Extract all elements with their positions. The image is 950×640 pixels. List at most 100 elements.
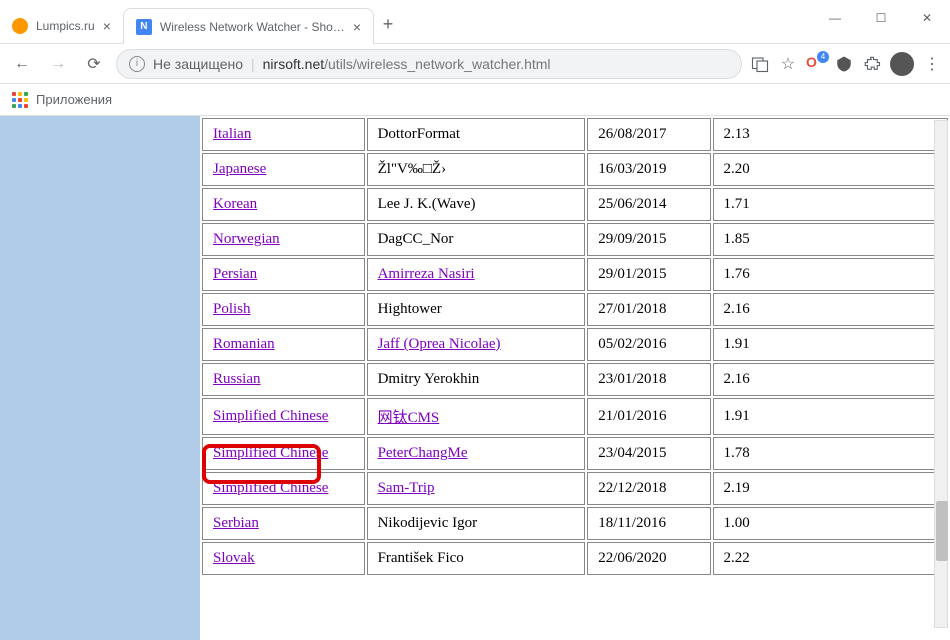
tab-lumpics[interactable]: Lumpics.ru ×: [0, 8, 123, 44]
lang-cell: Romanian: [202, 328, 365, 361]
tab-nirsoft[interactable]: N Wireless Network Watcher - Sho… ×: [123, 8, 374, 44]
info-icon[interactable]: i: [129, 56, 145, 72]
opera-extension-icon[interactable]: O 4: [806, 54, 826, 74]
date-cell: 16/03/2019: [587, 153, 710, 186]
minimize-button[interactable]: —: [812, 0, 858, 36]
author-cell: František Fico: [367, 542, 586, 575]
author-link[interactable]: Amirreza Nasiri: [378, 266, 475, 282]
date-cell: 29/09/2015: [587, 223, 710, 256]
version-cell: 2.19: [713, 472, 948, 505]
apps-grid-icon[interactable]: [12, 92, 28, 108]
version-cell: 2.16: [713, 363, 948, 396]
version-cell: 1.00: [713, 507, 948, 540]
scrollbar[interactable]: [934, 120, 948, 628]
back-button[interactable]: ←: [8, 50, 36, 78]
star-icon[interactable]: ☆: [778, 54, 798, 74]
extension-badge: 4: [817, 51, 829, 63]
scroll-thumb[interactable]: [936, 501, 948, 561]
author-cell: Nikodijevic Igor: [367, 507, 586, 540]
table-row: Simplified Chinese Sam-Trip 22/12/20182.19: [202, 472, 948, 505]
author-link[interactable]: Jaff (Oprea Nicolae): [378, 336, 501, 352]
extensions-icon[interactable]: [862, 54, 882, 74]
version-cell: 1.91: [713, 398, 948, 435]
table-row: Serbian Nikodijevic Igor18/11/20161.00: [202, 507, 948, 540]
lang-cell: Serbian: [202, 507, 365, 540]
close-icon[interactable]: ×: [353, 19, 361, 35]
author-cell: Žl"V‰□Ž›: [367, 153, 586, 186]
version-cell: 1.85: [713, 223, 948, 256]
address-bar[interactable]: i Не защищено | nirsoft.net/utils/wirele…: [116, 49, 742, 79]
lang-link[interactable]: Russian: [213, 371, 261, 387]
date-cell: 27/01/2018: [587, 293, 710, 326]
lang-cell: Simplified Chinese: [202, 398, 365, 435]
translate-icon[interactable]: [750, 54, 770, 74]
lang-link[interactable]: Simplified Chinese: [213, 408, 328, 424]
page-main: Italian DottorFormat26/08/20172.13 Japanes…: [200, 116, 950, 640]
profile-avatar[interactable]: [890, 52, 914, 76]
adblock-extension-icon[interactable]: [834, 54, 854, 74]
titlebar: Lumpics.ru × N Wireless Network Watcher …: [0, 0, 950, 44]
lang-link[interactable]: Korean: [213, 196, 257, 212]
version-cell: 2.13: [713, 118, 948, 151]
date-cell: 23/04/2015: [587, 437, 710, 470]
table-row: Norwegian DagCC_Nor29/09/20151.85: [202, 223, 948, 256]
url-path: /utils/wireless_network_watcher.html: [324, 56, 550, 72]
not-secure-label: Не защищено: [153, 56, 243, 72]
forward-button[interactable]: →: [44, 50, 72, 78]
author-cell: DottorFormat: [367, 118, 586, 151]
lang-cell: Norwegian: [202, 223, 365, 256]
date-cell: 25/06/2014: [587, 188, 710, 221]
version-cell: 1.71: [713, 188, 948, 221]
lang-link[interactable]: Norwegian: [213, 231, 280, 247]
lang-cell: Polish: [202, 293, 365, 326]
table-row: Simplified Chinese PeterChangMe 23/04/2015…: [202, 437, 948, 470]
lang-cell: Korean: [202, 188, 365, 221]
lang-link[interactable]: Italian: [213, 126, 251, 142]
author-link[interactable]: Sam-Trip: [378, 480, 435, 496]
author-link[interactable]: PeterChangMe: [378, 445, 468, 461]
lang-cell: Slovak: [202, 542, 365, 575]
new-tab-button[interactable]: +: [374, 10, 402, 38]
version-cell: 1.91: [713, 328, 948, 361]
table-row: PersianAmirreza Nasiri29/01/20151.76: [202, 258, 948, 291]
author-cell: PeterChangMe: [367, 437, 586, 470]
author-link[interactable]: 网钛CMS: [378, 410, 440, 426]
lang-link[interactable]: Slovak: [213, 550, 255, 566]
lang-cell: Italian: [202, 118, 365, 151]
date-cell: 22/12/2018: [587, 472, 710, 505]
author-cell: DagCC_Nor: [367, 223, 586, 256]
date-cell: 29/01/2015: [587, 258, 710, 291]
date-cell: 22/06/2020: [587, 542, 710, 575]
lang-link[interactable]: Japanese: [213, 161, 266, 177]
close-window-button[interactable]: ✕: [904, 0, 950, 36]
close-icon[interactable]: ×: [103, 18, 111, 34]
version-cell: 2.16: [713, 293, 948, 326]
author-cell: Jaff (Oprea Nicolae): [367, 328, 586, 361]
menu-icon[interactable]: ⋮: [922, 54, 942, 74]
page-sidebar: [0, 116, 200, 640]
toolbar: ← → ⟳ i Не защищено | nirsoft.net/utils/…: [0, 44, 950, 84]
date-cell: 21/01/2016: [587, 398, 710, 435]
table-row: JapaneseŽl"V‰□Ž›16/03/20192.20: [202, 153, 948, 186]
lang-cell: Japanese: [202, 153, 365, 186]
lang-link[interactable]: Serbian: [213, 515, 259, 531]
maximize-button[interactable]: ☐: [858, 0, 904, 36]
lang-cell: Russian: [202, 363, 365, 396]
url-host: nirsoft.net: [263, 56, 324, 72]
date-cell: 18/11/2016: [587, 507, 710, 540]
date-cell: 26/08/2017: [587, 118, 710, 151]
window-controls: — ☐ ✕: [812, 0, 950, 36]
reload-button[interactable]: ⟳: [80, 50, 108, 78]
author-cell: 网钛CMS: [367, 398, 586, 435]
lang-link[interactable]: Romanian: [213, 336, 275, 352]
lang-link[interactable]: Simplified Chinese: [213, 480, 328, 496]
lang-link[interactable]: Simplified Chinese: [213, 445, 328, 461]
tab-title: Lumpics.ru: [36, 19, 95, 33]
content-area: Italian DottorFormat26/08/20172.13 Japanes…: [0, 116, 950, 640]
lang-link[interactable]: Persian: [213, 266, 257, 282]
table-row: Simplified Chinese 网钛CMS 21/01/20161.91: [202, 398, 948, 435]
lang-cell: Persian: [202, 258, 365, 291]
lang-link[interactable]: Polish: [213, 301, 251, 317]
author-cell: Dmitry Yerokhin: [367, 363, 586, 396]
apps-label[interactable]: Приложения: [36, 92, 112, 107]
